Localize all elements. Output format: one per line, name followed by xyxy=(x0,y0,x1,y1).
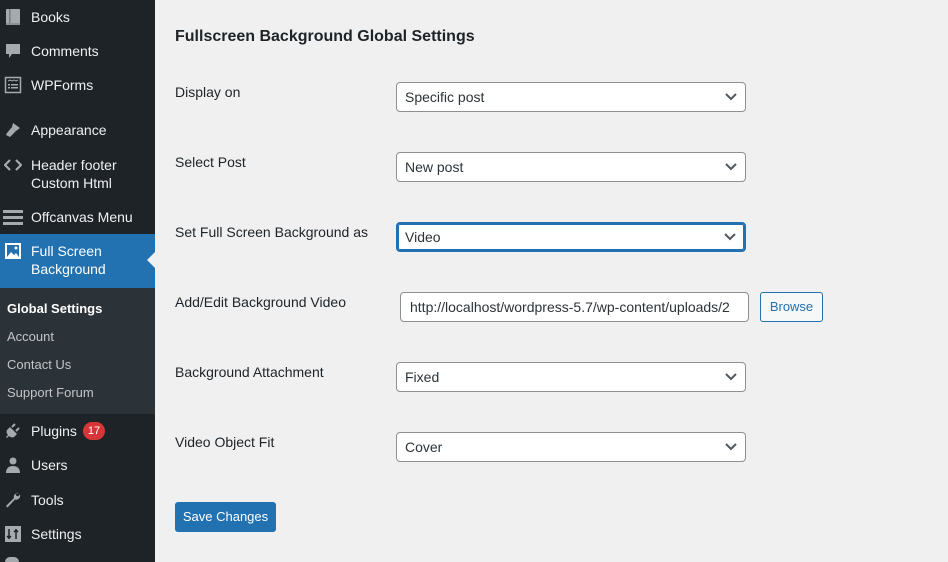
plugin-icon xyxy=(4,422,22,440)
collapse-menu-icon[interactable] xyxy=(5,557,19,562)
submenu-item-account[interactable]: Account xyxy=(7,329,54,345)
background-attachment-value: Fixed xyxy=(405,369,440,385)
sidebar-item-label: WPForms xyxy=(31,77,94,93)
sidebar-item-label: Tools xyxy=(31,492,64,508)
sidebar-item-appearance[interactable]: Appearance xyxy=(0,121,155,141)
sidebar-item-wpforms[interactable]: WPForms xyxy=(0,76,155,96)
image-icon xyxy=(4,242,22,260)
sidebar-item-comments[interactable]: Comments xyxy=(0,42,155,62)
video-object-fit-value: Cover xyxy=(405,439,443,455)
wrench-icon xyxy=(4,491,22,509)
sidebar-item-label: Appearance xyxy=(31,122,107,138)
sidebar-item-label: Settings xyxy=(31,526,82,542)
sidebar-item-settings[interactable]: Settings xyxy=(0,525,155,545)
chevron-down-icon xyxy=(724,224,736,250)
comment-icon xyxy=(4,42,22,60)
settings-page: Fullscreen Background Global Settings Di… xyxy=(155,0,948,562)
plugins-label: Plugins xyxy=(31,423,77,439)
chevron-down-icon xyxy=(725,363,737,391)
page-title: Fullscreen Background Global Settings xyxy=(175,28,475,45)
sidebar-item-label: Books xyxy=(31,9,70,25)
sliders-icon xyxy=(4,525,22,543)
background-as-label: Set Full Screen Background as xyxy=(175,224,368,240)
sidebar-item-plugins[interactable]: Plugins 17 xyxy=(0,422,155,442)
chevron-down-icon xyxy=(725,153,737,181)
code-icon xyxy=(4,156,22,174)
background-attachment-label: Background Attachment xyxy=(175,364,324,380)
select-post-select[interactable]: New post xyxy=(396,152,746,182)
sidebar-item-label: Header footer Custom Html xyxy=(31,156,117,192)
book-icon xyxy=(4,8,22,26)
sidebar-item-header-footer[interactable]: Header footer Custom Html xyxy=(0,156,155,194)
user-icon xyxy=(4,456,22,474)
background-as-select[interactable]: Video xyxy=(396,222,746,252)
label-line-2: Custom Html xyxy=(31,175,112,191)
video-object-fit-label: Video Object Fit xyxy=(175,434,275,450)
browse-button[interactable]: Browse xyxy=(760,292,823,322)
label-line-2: Background xyxy=(31,261,106,277)
submenu: Global Settings Account Contact Us Suppo… xyxy=(0,288,155,414)
sidebar-item-full-screen-background[interactable]: Full Screen Background xyxy=(0,234,155,288)
video-object-fit-select[interactable]: Cover xyxy=(396,432,746,462)
select-post-value: New post xyxy=(405,159,464,175)
background-video-url-input[interactable] xyxy=(400,292,749,322)
background-attachment-select[interactable]: Fixed xyxy=(396,362,746,392)
sidebar-item-label: Full Screen Background xyxy=(31,242,106,278)
background-as-value: Video xyxy=(405,229,441,245)
sidebar-item-label: Users xyxy=(31,457,68,473)
paintbrush-icon xyxy=(4,121,22,139)
chevron-down-icon xyxy=(725,83,737,111)
sidebar-item-tools[interactable]: Tools xyxy=(0,491,155,511)
display-on-value: Specific post xyxy=(405,89,485,105)
form-icon xyxy=(4,76,22,94)
submenu-item-contact-us[interactable]: Contact Us xyxy=(7,357,71,373)
label-line-1: Header footer xyxy=(31,157,117,173)
sidebar-item-books[interactable]: Books xyxy=(0,8,155,28)
chevron-down-icon xyxy=(725,433,737,461)
sidebar-item-label: Comments xyxy=(31,43,99,59)
submenu-item-global-settings[interactable]: Global Settings xyxy=(7,301,102,317)
submenu-item-support-forum[interactable]: Support Forum xyxy=(7,385,94,401)
sidebar-item-users[interactable]: Users xyxy=(0,456,155,476)
display-on-label: Display on xyxy=(175,84,241,100)
menu-icon xyxy=(3,208,23,226)
sidebar-item-label: Offcanvas Menu xyxy=(31,209,133,225)
select-post-label: Select Post xyxy=(175,154,246,170)
display-on-select[interactable]: Specific post xyxy=(396,82,746,112)
label-line-1: Full Screen xyxy=(31,243,102,259)
sidebar-item-label: Plugins 17 xyxy=(31,422,106,440)
sidebar-item-offcanvas-menu[interactable]: Offcanvas Menu xyxy=(0,208,155,228)
background-video-label: Add/Edit Background Video xyxy=(175,294,346,310)
save-changes-button[interactable]: Save Changes xyxy=(175,502,276,532)
update-count-badge: 17 xyxy=(82,422,106,440)
admin-sidebar: Books Comments WPForms Appearance Header… xyxy=(0,0,155,562)
